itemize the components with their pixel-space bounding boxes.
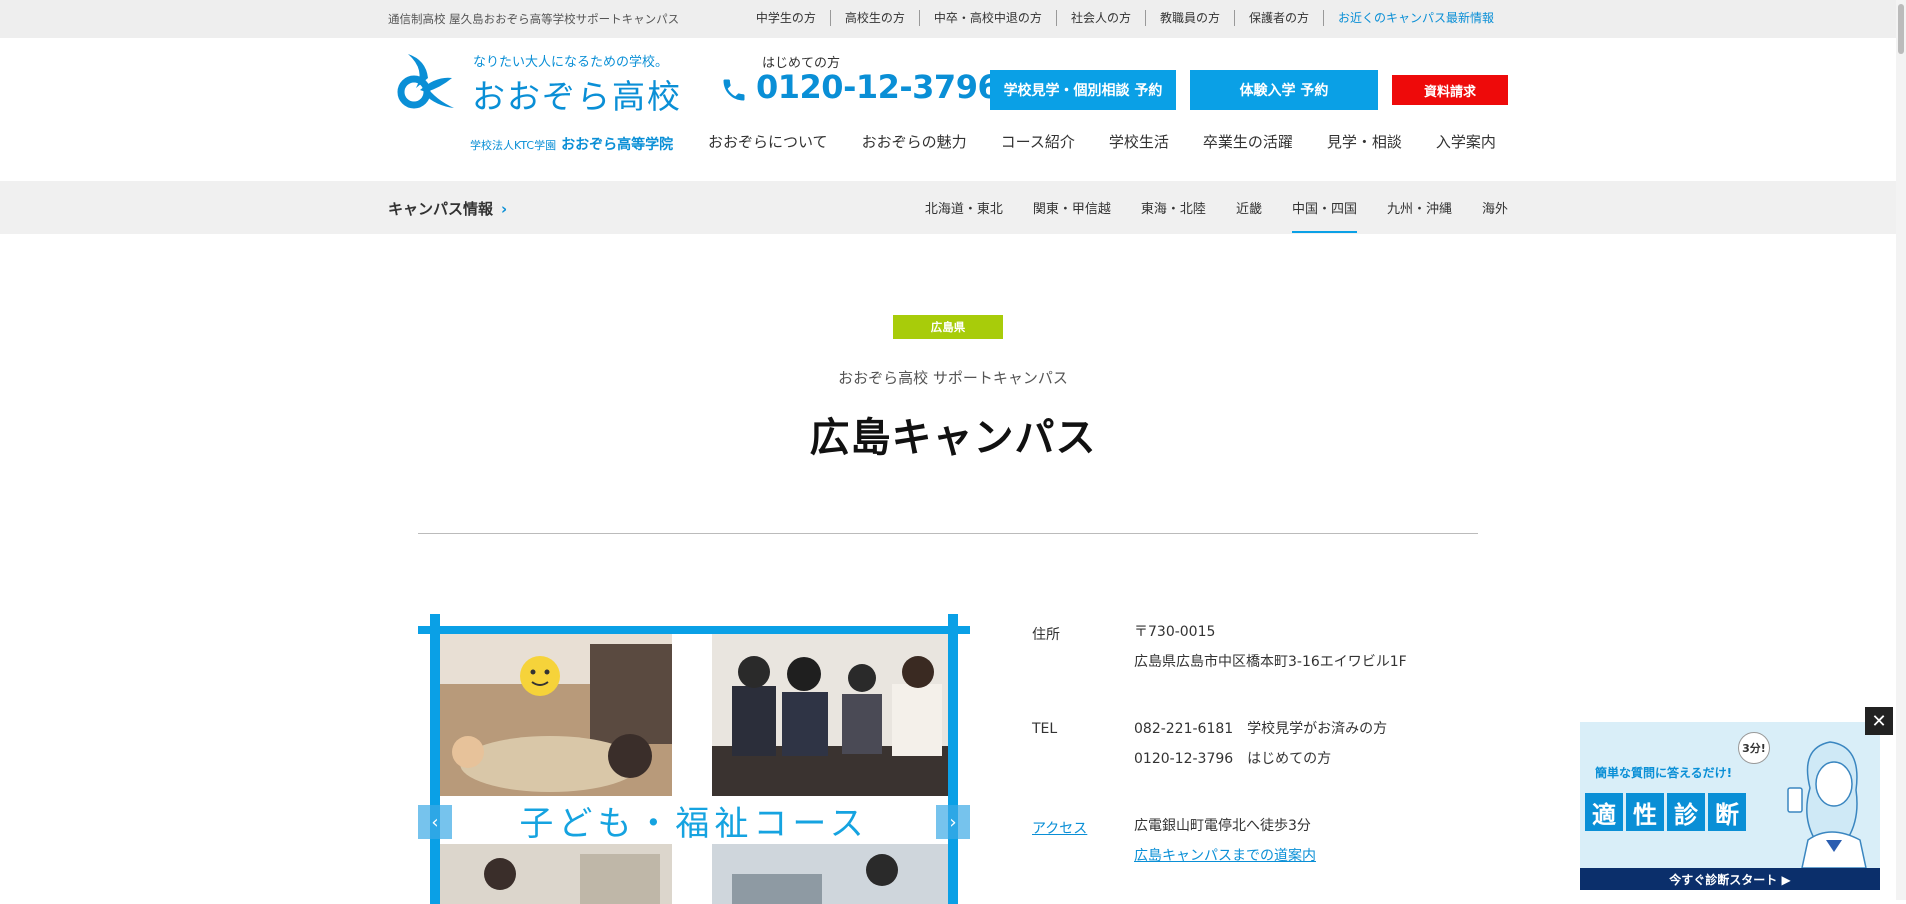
page-title: 広島キャンパス: [809, 415, 1097, 461]
logo-name: おおぞら高校: [472, 77, 682, 116]
banner-title-char-1: 適: [1585, 793, 1623, 831]
phone-number[interactable]: 0120-12-3796: [756, 68, 1000, 106]
address-text: 広島県広島市中区橋本町3-16エイワビル1F: [1134, 654, 1407, 670]
nav-school-life[interactable]: 学校生活: [1109, 131, 1169, 152]
banner-subtitle: 簡単な質問に答えるだけ!: [1595, 766, 1733, 780]
phone-icon: [723, 79, 745, 101]
course-title: 子ども・福祉コース: [440, 796, 948, 844]
region-tabs: 北海道・東北 関東・甲信越 東海・北陸 近畿 中国・四国 九州・沖縄 海外: [895, 198, 1508, 234]
start-diagnosis-cta: 今すぐ診断スタート ▶: [1580, 868, 1880, 890]
campus-photo-slider: 子ども・福祉コース ‹ ›: [418, 614, 970, 904]
campus-info-link[interactable]: キャンパス情報 ›: [388, 198, 507, 219]
tel-existing: 082-221-6181 学校見学がお済みの方: [1134, 721, 1388, 737]
address-label: 住所: [1032, 627, 1060, 643]
school-corporation-name: 学校法人KTC学園 おおぞら高等学院: [470, 134, 673, 154]
trial-reservation-button[interactable]: 体験入学 予約: [1190, 70, 1378, 110]
campus-info-title: キャンパス情報: [388, 200, 494, 218]
close-banner-button[interactable]: ✕: [1865, 707, 1893, 735]
photo-students-uniform: [712, 634, 948, 796]
address-value: 〒730-0015 広島県広島市中区橋本町3-16エイワビル1F: [1134, 617, 1407, 677]
photo-classroom: [440, 844, 672, 904]
directions-link[interactable]: 広島キャンパスまでの道案内: [1134, 848, 1316, 864]
region-tab-tokai[interactable]: 東海・北陸: [1141, 198, 1206, 234]
scrollbar-thumb[interactable]: [1898, 4, 1904, 54]
tel-first-time: 0120-12-3796 はじめての方: [1134, 751, 1332, 767]
aptitude-test-banner[interactable]: 3分! 簡単な質問に答えるだけ! 適 性 診 断 今すぐ診断スタート ▶: [1580, 722, 1880, 890]
audience-link-teacher[interactable]: 教職員の方: [1144, 10, 1234, 26]
page-scrollbar[interactable]: [1896, 0, 1906, 900]
banner-title-char-4: 断: [1708, 793, 1746, 831]
site-logo[interactable]: なりたい大人になるための学校。 おおぞら高校: [396, 48, 686, 118]
tel-value: 082-221-6181 学校見学がお済みの方 0120-12-3796 はじめ…: [1134, 714, 1387, 774]
photo-craft-activity: [440, 634, 672, 796]
nav-courses[interactable]: コース紹介: [1001, 131, 1075, 152]
access-link[interactable]: アクセス: [1032, 818, 1087, 838]
slider-frame-right: [948, 614, 958, 904]
audience-link-junior-high[interactable]: 中学生の方: [742, 10, 830, 26]
banner-title-char-3: 診: [1667, 793, 1705, 831]
slider-frame: [418, 626, 970, 634]
logo-mark-icon: [397, 54, 454, 109]
postal-code: 〒730-0015: [1134, 624, 1216, 640]
logo-tagline: なりたい大人になるための学校。: [473, 55, 669, 70]
audience-link-dropout[interactable]: 中卒・高校中退の方: [918, 10, 1056, 26]
access-text: 広電銀山町電停北へ徒歩3分: [1134, 818, 1311, 834]
access-value: 広電銀山町電停北へ徒歩3分 広島キャンパスまでの道案内: [1134, 811, 1316, 871]
region-tab-hokkaido-tohoku[interactable]: 北海道・東北: [925, 198, 1003, 234]
nav-visit[interactable]: 見学・相談: [1327, 131, 1402, 152]
audience-link-adult[interactable]: 社会人の方: [1055, 10, 1145, 26]
region-tab-kanto[interactable]: 関東・甲信越: [1033, 198, 1111, 234]
site-tagline: 通信制高校 屋久島おおぞら高等学校サポートキャンパス: [388, 12, 680, 26]
region-tab-chugoku-shikoku[interactable]: 中国・四国: [1291, 198, 1357, 234]
campus-subtitle: おおぞら高校 サポートキャンパス: [838, 369, 1068, 387]
slider-frame-left: [430, 614, 440, 904]
divider: [418, 533, 1478, 534]
three-minutes-badge: 3分!: [1738, 732, 1770, 764]
region-tab-overseas[interactable]: 海外: [1482, 198, 1508, 234]
request-documents-button[interactable]: 資料請求: [1392, 75, 1508, 105]
chevron-right-icon: ›: [949, 811, 957, 833]
chevron-left-icon: ‹: [431, 811, 439, 833]
close-icon: ✕: [1871, 710, 1887, 732]
nav-about[interactable]: おおぞらについて: [708, 131, 828, 152]
nav-appeal[interactable]: おおぞらの魅力: [862, 131, 967, 152]
academy-name: おおぞら高等学院: [561, 137, 674, 153]
visit-reservation-button[interactable]: 学校見学・個別相談 予約: [990, 70, 1176, 110]
nearby-campus-link[interactable]: お近くのキャンパス最新情報: [1322, 10, 1508, 26]
audience-link-parent[interactable]: 保護者の方: [1233, 10, 1323, 26]
banner-title: 適 性 診 断: [1585, 793, 1749, 831]
campus-info-band: キャンパス情報 › 北海道・東北 関東・甲信越 東海・北陸 近畿 中国・四国 九州…: [0, 181, 1906, 234]
region-tab-kyushu-okinawa[interactable]: 九州・沖縄: [1387, 198, 1452, 234]
student-illustration-icon: [1787, 741, 1867, 868]
slider-prev-button[interactable]: ‹: [418, 805, 452, 839]
prefecture-badge: 広島県: [893, 315, 1003, 339]
audience-link-high-school[interactable]: 高校生の方: [829, 10, 919, 26]
nav-admission[interactable]: 入学案内: [1436, 131, 1496, 152]
banner-title-char-2: 性: [1626, 793, 1664, 831]
region-tab-kinki[interactable]: 近畿: [1236, 198, 1262, 234]
slider-next-button[interactable]: ›: [936, 805, 970, 839]
photo-lab: [712, 844, 948, 904]
top-utility-bar: 通信制高校 屋久島おおぞら高等学校サポートキャンパス 中学生の方 高校生の方 中…: [0, 0, 1906, 38]
nav-graduates[interactable]: 卒業生の活躍: [1203, 131, 1293, 152]
audience-nav: 中学生の方 高校生の方 中卒・高校中退の方 社会人の方 教職員の方 保護者の方 …: [742, 10, 1508, 26]
corporation-label: 学校法人KTC学園: [470, 139, 557, 152]
main-nav: おおぞらについて おおぞらの魅力 コース紹介 学校生活 卒業生の活躍 見学・相談…: [708, 131, 1530, 152]
tel-label: TEL: [1032, 721, 1058, 737]
chevron-right-icon: ›: [501, 200, 508, 218]
